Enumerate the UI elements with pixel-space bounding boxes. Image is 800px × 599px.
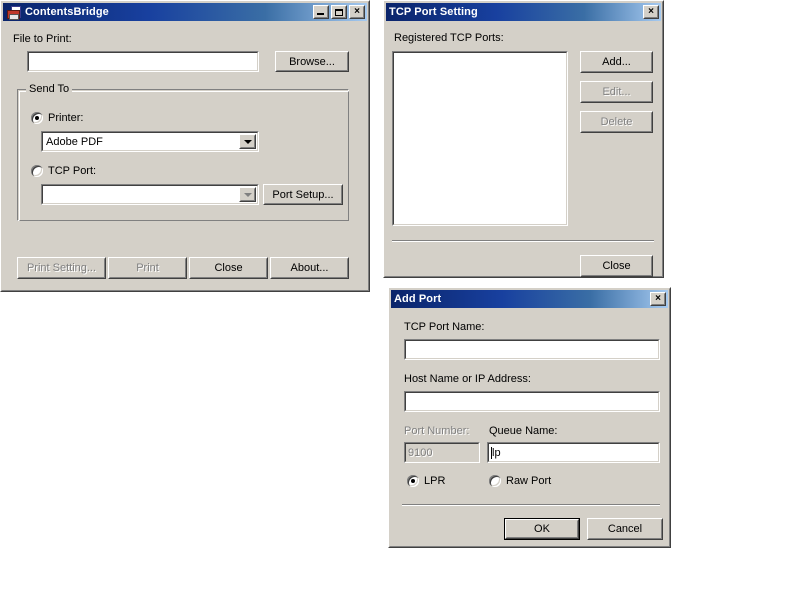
titlebar-tcp-port-setting[interactable]: TCP Port Setting × <box>386 3 661 21</box>
minimize-button[interactable] <box>313 5 329 19</box>
tcp-port-radio-label: TCP Port: <box>48 165 97 177</box>
printer-radio-label: Printer: <box>48 112 84 124</box>
desktop: ContentsBridge × File to Print: Browse..… <box>0 0 800 599</box>
maximize-icon <box>335 9 343 16</box>
queue-name-input[interactable]: lp <box>487 442 660 463</box>
close-icon: × <box>655 293 661 304</box>
port-number-input: 9100 <box>404 442 480 463</box>
window-tcp-port-setting: TCP Port Setting × Registered TCP Ports:… <box>383 0 664 278</box>
add-port-client: TCP Port Name: Host Name or IP Address: … <box>391 308 668 545</box>
port-setup-button[interactable]: Port Setup... <box>263 184 343 205</box>
radio-dot-raw-port <box>489 475 501 487</box>
maximize-button[interactable] <box>331 5 347 19</box>
close-button-tcp-port-setting[interactable]: Close <box>580 255 653 277</box>
titlebar-buttons: × <box>313 5 365 19</box>
titlebar-add-port[interactable]: Add Port × <box>391 290 668 308</box>
print-button[interactable]: Print <box>108 257 187 279</box>
cancel-button[interactable]: Cancel <box>587 518 663 540</box>
registered-tcp-ports-list-content <box>393 52 567 225</box>
port-number-value: 9100 <box>408 446 433 459</box>
contents-bridge-client: File to Print: Browse... Send To Printer… <box>3 21 367 289</box>
close-button[interactable]: × <box>643 5 659 19</box>
lpr-radio-label: LPR <box>424 475 446 487</box>
close-icon: × <box>648 6 654 17</box>
tcp-port-combobox[interactable] <box>41 184 259 205</box>
host-name-label: Host Name or IP Address: <box>404 373 531 385</box>
radio-dot-tcp-port <box>31 165 43 177</box>
printer-combobox[interactable]: Adobe PDF <box>41 131 259 152</box>
titlebar-contents-bridge[interactable]: ContentsBridge × <box>3 3 367 21</box>
add-port-button[interactable]: Add... <box>580 51 653 73</box>
window-title: ContentsBridge <box>25 6 109 18</box>
minimize-icon <box>317 13 324 15</box>
close-button-contents-bridge[interactable]: Close <box>189 257 268 279</box>
printer-combobox-value: Adobe PDF <box>46 135 103 148</box>
printer-radio[interactable]: Printer: <box>31 112 83 124</box>
raw-port-radio-label: Raw Port <box>506 475 552 487</box>
close-icon: × <box>354 6 360 17</box>
chevron-down-icon-printer[interactable] <box>239 134 256 149</box>
about-button[interactable]: About... <box>270 257 349 279</box>
tcp-port-name-label: TCP Port Name: <box>404 321 485 333</box>
file-to-print-input[interactable] <box>27 51 259 72</box>
registered-tcp-ports-label: Registered TCP Ports: <box>394 32 504 44</box>
radio-dot-lpr <box>407 475 419 487</box>
titlebar-buttons: × <box>650 292 666 306</box>
print-setting-button[interactable]: Print Setting... <box>17 257 106 279</box>
registered-tcp-ports-list[interactable] <box>392 51 568 226</box>
close-button[interactable]: × <box>349 5 365 19</box>
window-title: TCP Port Setting <box>389 6 478 18</box>
ok-button[interactable]: OK <box>504 518 580 540</box>
browse-button[interactable]: Browse... <box>275 51 349 72</box>
host-name-input[interactable] <box>404 391 660 412</box>
raw-port-radio[interactable]: Raw Port <box>489 475 551 487</box>
queue-name-value: lp <box>492 446 501 459</box>
tcp-port-radio[interactable]: TCP Port: <box>31 165 96 177</box>
edit-port-button[interactable]: Edit... <box>580 81 653 103</box>
file-to-print-label: File to Print: <box>13 33 72 45</box>
window-title: Add Port <box>394 293 442 305</box>
send-to-group-label: Send To <box>26 83 73 95</box>
window-contents-bridge: ContentsBridge × File to Print: Browse..… <box>0 0 370 292</box>
divider <box>402 504 660 506</box>
printer-document-icon <box>6 4 22 20</box>
close-button[interactable]: × <box>650 292 666 306</box>
tcp-port-setting-client: Registered TCP Ports: Add... Edit... Del… <box>386 21 661 277</box>
radio-dot-printer <box>31 112 43 124</box>
queue-name-label: Queue Name: <box>489 425 558 437</box>
tcp-port-name-input[interactable] <box>404 339 660 360</box>
delete-port-button[interactable]: Delete <box>580 111 653 133</box>
chevron-down-icon-tcp-port[interactable] <box>239 187 256 202</box>
port-number-label: Port Number: <box>404 425 470 437</box>
titlebar-buttons: × <box>643 5 659 19</box>
lpr-radio[interactable]: LPR <box>407 475 445 487</box>
window-add-port: Add Port × TCP Port Name: Host Name or I… <box>388 287 671 548</box>
divider <box>392 240 654 242</box>
